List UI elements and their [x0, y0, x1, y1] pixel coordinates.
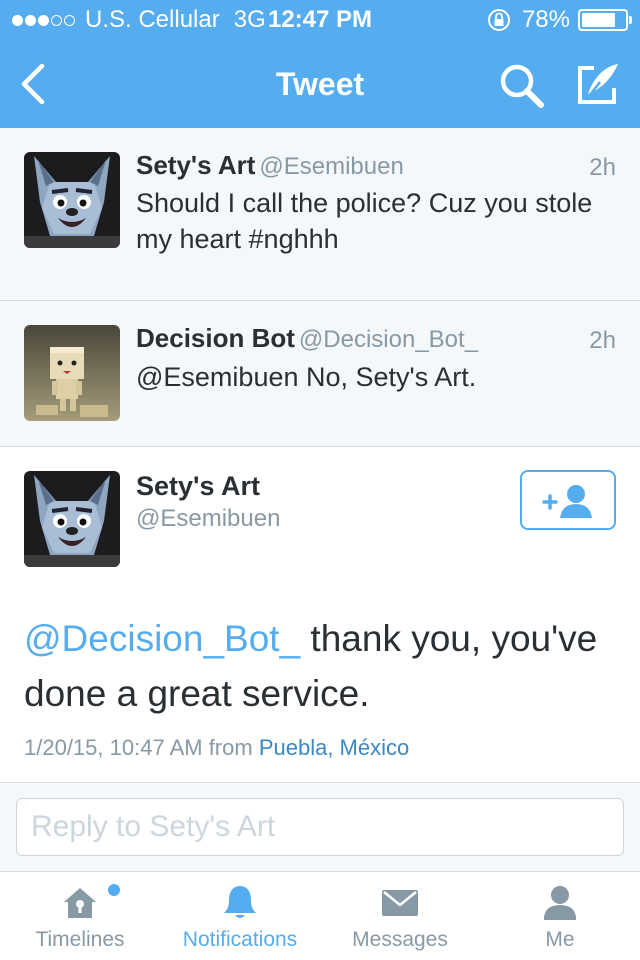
- location-link[interactable]: Puebla, México: [259, 735, 409, 760]
- detail-timestamp: 1/20/15, 10:47 AM from: [24, 735, 259, 760]
- envelope-icon: [382, 890, 418, 916]
- status-bar: U.S. Cellular 3G 12:47 PM 78%: [0, 0, 640, 40]
- bell-icon: [224, 886, 256, 918]
- tab-label: Me: [545, 928, 575, 951]
- tab-messages[interactable]: Messages: [320, 872, 480, 960]
- detail-author-name[interactable]: Sety's Art: [136, 471, 260, 502]
- tweet-author-name[interactable]: Decision Bot: [136, 323, 295, 353]
- tab-bar: Timelines Notifications Messages Me: [0, 872, 640, 960]
- tab-label: Timelines: [35, 928, 125, 951]
- mention-link[interactable]: @Decision_Bot_: [24, 618, 300, 659]
- tweet-text: @Esemibuen No, Sety's Art.: [136, 362, 477, 392]
- compose-icon[interactable]: [572, 60, 622, 110]
- rotation-lock-icon: [487, 9, 510, 31]
- tab-notifications[interactable]: Notifications: [160, 872, 320, 960]
- battery-percent: 78%: [521, 6, 570, 33]
- nav-bar: Tweet: [0, 40, 640, 128]
- tweet-text: Should I call the police? Cuz you stole …: [136, 188, 593, 254]
- avatar[interactable]: [24, 152, 120, 248]
- tweet-timestamp: 2h: [589, 154, 616, 181]
- search-icon[interactable]: [498, 62, 546, 110]
- avatar[interactable]: [24, 325, 120, 421]
- follow-button[interactable]: [520, 470, 616, 530]
- battery-icon: [578, 9, 632, 31]
- detail-meta: 1/20/15, 10:47 AM from Puebla, México: [24, 735, 409, 761]
- reply-bar: [0, 784, 640, 872]
- tweet-author-handle[interactable]: @Decision_Bot_: [299, 326, 478, 353]
- home-icon: [64, 888, 96, 918]
- detail-tweet-text: @Decision_Bot_ thank you, you've done a …: [24, 611, 624, 721]
- tweet-timestamp: 2h: [589, 327, 616, 354]
- tweet-detail: Sety's Art @Esemibuen @Decision_Bot_ tha…: [0, 447, 640, 783]
- avatar[interactable]: [24, 471, 120, 567]
- tab-me[interactable]: Me: [480, 872, 640, 960]
- detail-author-handle[interactable]: @Esemibuen: [136, 505, 280, 533]
- tab-label: Notifications: [182, 928, 298, 951]
- unread-indicator: [108, 884, 120, 896]
- add-user-icon: [542, 485, 592, 518]
- tab-timelines[interactable]: Timelines: [0, 872, 160, 960]
- tweet-item[interactable]: Sety's Art @Esemibuen 2h Should I call th…: [0, 128, 640, 301]
- reply-input[interactable]: [16, 798, 624, 856]
- tweet-author-name[interactable]: Sety's Art: [136, 150, 255, 180]
- tweet-item[interactable]: Decision Bot @Decision_Bot_ 2h @Esemibuen…: [0, 301, 640, 447]
- tab-label: Messages: [352, 928, 448, 951]
- person-icon: [544, 886, 576, 920]
- tweet-author-handle[interactable]: @Esemibuen: [259, 153, 403, 180]
- top-bar: U.S. Cellular 3G 12:47 PM 78% Tweet: [0, 0, 640, 128]
